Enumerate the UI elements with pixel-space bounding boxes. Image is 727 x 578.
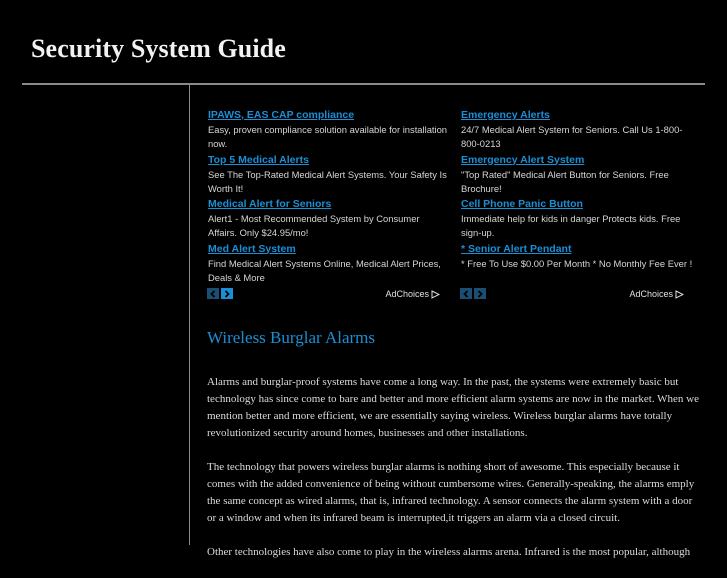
adchoices-link[interactable]: AdChoices [385, 289, 440, 299]
article-paragraph: Other technologies have also come to pla… [207, 546, 691, 558]
adchoices-triangle-icon [675, 289, 684, 299]
article-paragraph: The technology that powers wireless burg… [207, 461, 695, 524]
ad-item: Emergency Alert System "Top Rated" Medic… [461, 153, 696, 198]
ad-item: IPAWS, EAS CAP compliance Easy, proven c… [208, 108, 448, 153]
ad-description: Easy, proven compliance solution availab… [208, 124, 448, 149]
ad-description: 24/7 Medical Alert System for Seniors. C… [461, 124, 683, 149]
adchoices-link[interactable]: AdChoices [629, 289, 684, 299]
ad-unit-left: IPAWS, EAS CAP compliance Easy, proven c… [207, 108, 448, 304]
ad-link[interactable]: Med Alert System [208, 242, 448, 257]
ad-item: Emergency Alerts 24/7 Medical Alert Syst… [461, 108, 696, 153]
adchoices-label: AdChoices [385, 289, 429, 299]
article-paragraph: Alarms and burglar-proof systems have co… [207, 376, 699, 439]
site-title: Security System Guide [31, 34, 286, 63]
ad-link[interactable]: Emergency Alert System [461, 153, 696, 168]
ad-next-button[interactable] [474, 288, 486, 299]
ad-description: "Top Rated" Medical Alert Button for Sen… [461, 168, 669, 194]
ad-description: Immediate help for kids in danger Protec… [461, 213, 681, 238]
ad-item: Top 5 Medical Alerts See The Top-Rated M… [208, 153, 448, 198]
adchoices-triangle-icon [431, 289, 440, 299]
chevron-left-icon [210, 289, 216, 298]
ad-pager [460, 288, 486, 299]
ad-item: Cell Phone Panic Button Immediate help f… [461, 197, 696, 242]
ad-description: See The Top-Rated Medical Alert Systems.… [208, 168, 447, 194]
article-title: Wireless Burglar Alarms [207, 328, 376, 347]
ad-item: Med Alert System Find Medical Alert Syst… [208, 242, 448, 287]
ad-prev-button[interactable] [207, 288, 219, 299]
sidebar-divider [189, 85, 190, 545]
ad-description: Find Medical Alert Systems Online, Medic… [208, 257, 441, 283]
ad-item: * Senior Alert Pendant * Free To Use $0.… [461, 242, 696, 287]
article: Wireless Burglar Alarms Alarms and burgl… [207, 328, 699, 578]
ad-description: Alert1 - Most Recommended System by Cons… [208, 213, 420, 238]
ad-description: * Free To Use $0.00 Per Month * No Month… [461, 257, 693, 269]
ad-pager [207, 288, 233, 299]
sidebar [22, 86, 188, 545]
ad-prev-button[interactable] [460, 288, 472, 299]
adchoices-label: AdChoices [629, 289, 673, 299]
chevron-right-icon [477, 289, 483, 298]
ad-unit-right: Emergency Alerts 24/7 Medical Alert Syst… [460, 108, 696, 304]
chevron-right-icon [224, 289, 230, 298]
header-divider [22, 83, 705, 85]
ad-link[interactable]: * Senior Alert Pendant [461, 242, 696, 257]
ad-link[interactable]: Cell Phone Panic Button [461, 197, 696, 212]
ad-link[interactable]: Emergency Alerts [461, 108, 696, 123]
ad-next-button[interactable] [221, 288, 233, 299]
ad-link[interactable]: IPAWS, EAS CAP compliance [208, 108, 448, 123]
ad-link[interactable]: Top 5 Medical Alerts [208, 153, 448, 168]
ad-link[interactable]: Medical Alert for Seniors [208, 197, 448, 212]
ad-item: Medical Alert for Seniors Alert1 - Most … [208, 197, 448, 242]
chevron-left-icon [463, 289, 469, 298]
